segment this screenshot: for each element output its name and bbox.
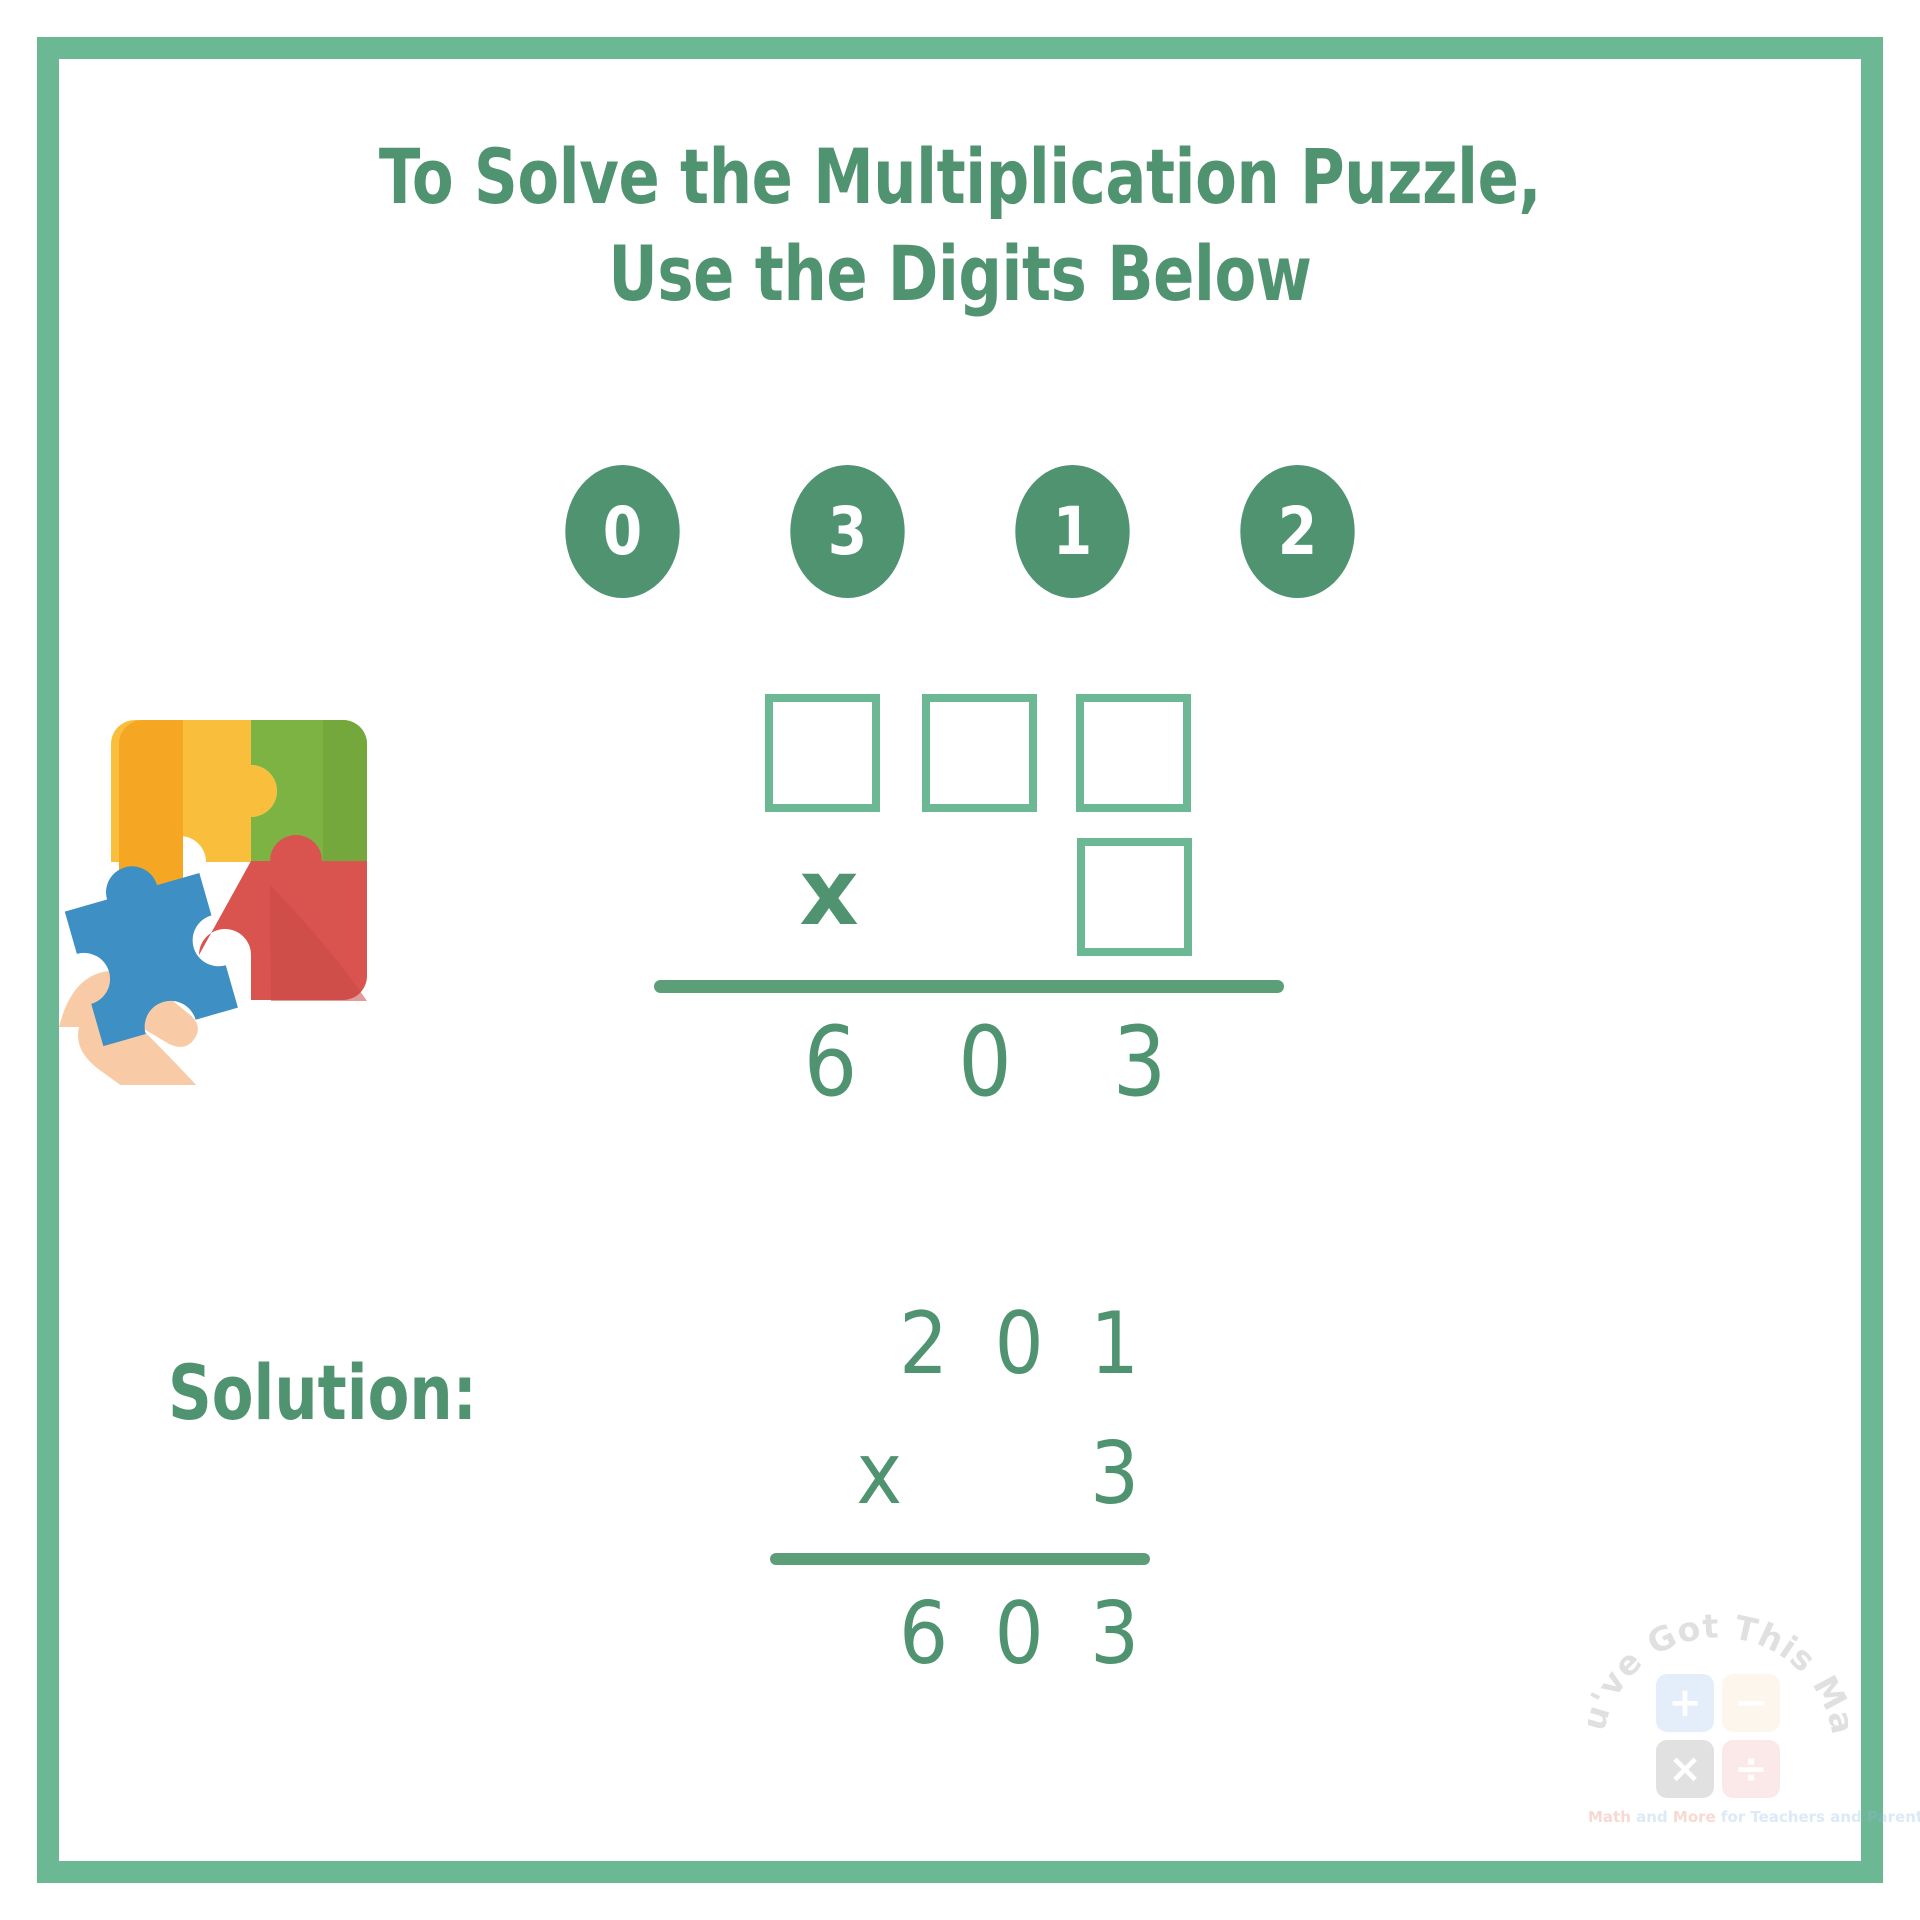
solution-label: Solution: <box>168 1348 477 1437</box>
puzzle-problem: x 6 0 3 <box>650 680 1320 1140</box>
answer-box-hundreds[interactable] <box>765 694 880 812</box>
title-line-1: To Solve the Multiplication Puzzle, <box>378 132 1542 221</box>
tagline-part-3: More <box>1672 1808 1716 1826</box>
solution-product: 6 0 3 <box>899 1584 1150 1684</box>
plus-icon: + <box>1656 1674 1714 1732</box>
solution-multiplicand: 2 0 1 <box>899 1294 1150 1394</box>
minus-icon: − <box>1722 1674 1780 1732</box>
tagline-part-4: for Teachers and Parents <box>1715 1808 1920 1826</box>
digit-chip-0[interactable]: 0 <box>565 465 680 598</box>
answer-box-ones[interactable] <box>1076 694 1191 812</box>
solution-multiplier-row: x 3 <box>856 1424 1150 1524</box>
worksheet-page: To Solve the Multiplication Puzzle, Use … <box>0 0 1920 1920</box>
problem-product: 6 0 3 <box>803 1006 1204 1118</box>
problem-divider-line <box>654 980 1284 993</box>
brand-logo-watermark: You've Got This Math + − × ÷ Math and Mo… <box>1588 1586 1920 1854</box>
jigsaw-puzzle-illustration <box>55 685 455 1129</box>
digit-chip-2[interactable]: 1 <box>1015 465 1130 598</box>
digit-chip-3[interactable]: 2 <box>1240 465 1355 598</box>
digit-bank: 0 3 1 2 <box>0 465 1920 598</box>
page-title: To Solve the Multiplication Puzzle, Use … <box>0 128 1920 323</box>
solution-equation: 2 0 1 x 3 6 0 3 <box>770 1295 1150 1685</box>
digit-chip-1[interactable]: 3 <box>790 465 905 598</box>
multiplication-operator: x <box>799 839 859 946</box>
tagline-part-1: Math <box>1588 1808 1631 1826</box>
solution-divider-line <box>770 1553 1150 1565</box>
logo-operator-tiles: + − × ÷ <box>1656 1674 1780 1798</box>
times-icon: × <box>1656 1740 1714 1798</box>
tagline-part-2: and <box>1630 1808 1673 1826</box>
answer-box-tens[interactable] <box>922 694 1037 812</box>
answer-box-multiplier[interactable] <box>1077 838 1192 956</box>
logo-tagline: Math and More for Teachers and Parents <box>1588 1808 1920 1826</box>
divide-icon: ÷ <box>1722 1740 1780 1798</box>
title-line-2: Use the Digits Below <box>608 229 1312 319</box>
